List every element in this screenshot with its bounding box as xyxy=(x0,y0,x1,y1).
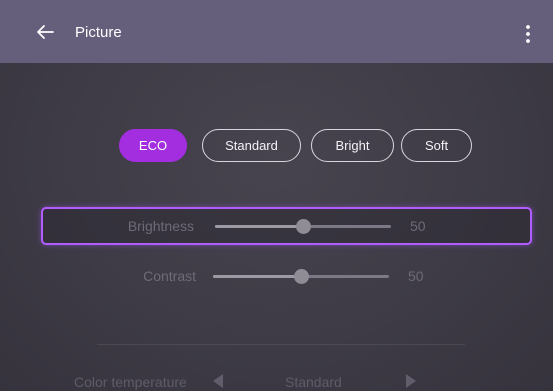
page-title: Picture xyxy=(75,24,122,41)
contrast-value: 50 xyxy=(408,268,424,284)
mode-eco-button[interactable]: ECO xyxy=(119,129,187,162)
color-temperature-row[interactable]: Color temperature Standard xyxy=(0,372,553,391)
contrast-row[interactable]: Contrast 50 xyxy=(41,257,532,295)
brightness-row[interactable]: Brightness 50 xyxy=(41,207,532,245)
brightness-label: Brightness xyxy=(127,218,194,234)
contrast-slider[interactable] xyxy=(213,269,389,284)
brightness-slider-thumb[interactable] xyxy=(296,219,311,234)
contrast-slider-fill xyxy=(213,275,301,278)
header-bar: Picture xyxy=(0,0,553,63)
previous-option-icon[interactable] xyxy=(213,374,223,388)
color-temperature-label: Color temperature xyxy=(74,374,187,390)
color-temperature-value: Standard xyxy=(285,374,342,390)
mode-soft-button[interactable]: Soft xyxy=(401,129,472,162)
contrast-label: Contrast xyxy=(143,268,196,284)
mode-bright-button[interactable]: Bright xyxy=(311,129,394,162)
section-divider xyxy=(97,344,465,345)
next-option-icon[interactable] xyxy=(406,374,416,388)
brightness-slider-fill xyxy=(215,225,303,228)
contrast-slider-thumb[interactable] xyxy=(294,269,309,284)
brightness-value: 50 xyxy=(410,218,426,234)
mode-standard-button[interactable]: Standard xyxy=(202,129,301,162)
more-vertical-icon[interactable] xyxy=(521,24,535,44)
back-arrow-icon[interactable] xyxy=(36,24,54,40)
brightness-slider[interactable] xyxy=(215,219,391,234)
picture-settings-screen: Picture ECO Standard Bright Soft Brightn… xyxy=(0,0,553,391)
